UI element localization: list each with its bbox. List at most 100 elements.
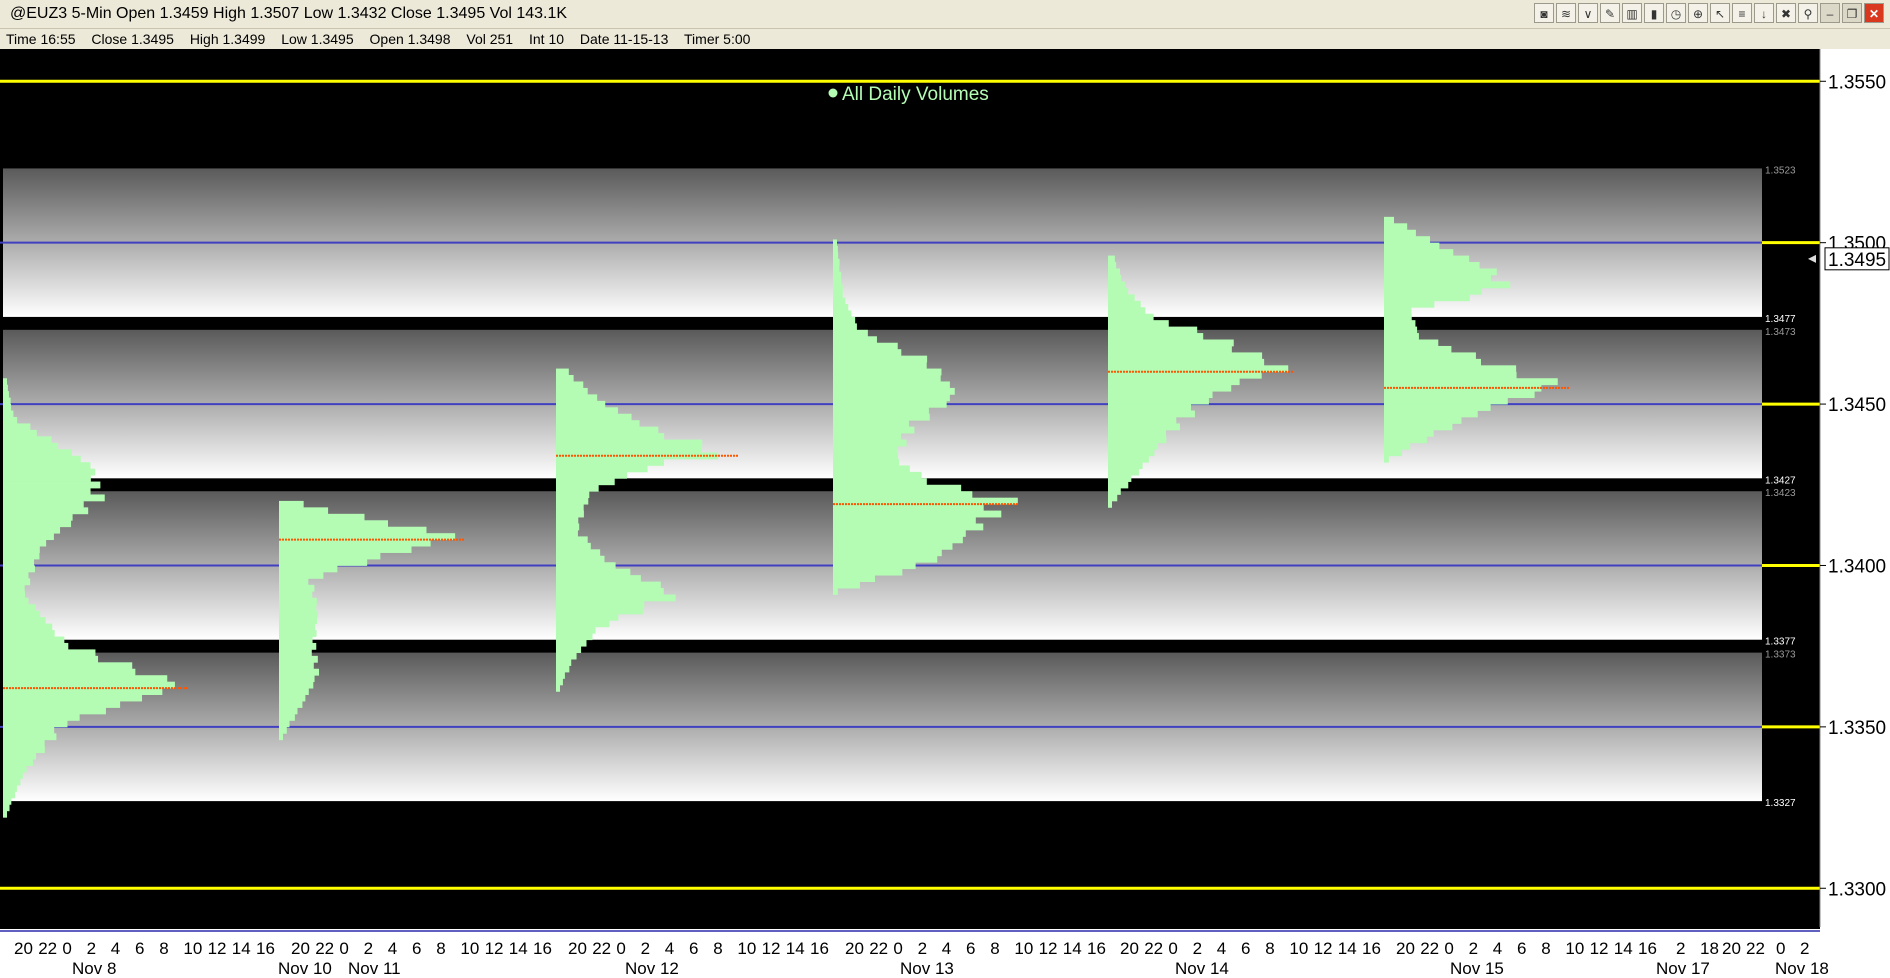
profile-bar: [1108, 423, 1180, 431]
profile-bar: [1384, 249, 1454, 256]
profile-bar: [1384, 410, 1478, 418]
hour-tick-label: 8: [436, 939, 445, 958]
hour-tick-label: 22: [1144, 939, 1163, 958]
arrow-down-icon[interactable]: ↓: [1754, 3, 1774, 23]
minimize-icon[interactable]: –: [1820, 3, 1840, 23]
profile-bar: [279, 617, 318, 624]
hour-tick-label: 4: [1217, 939, 1226, 958]
profile-bar: [1108, 300, 1141, 308]
hour-tick-label: 20: [1120, 939, 1139, 958]
profile-bar: [1384, 274, 1491, 282]
hour-tick-label: 0: [1444, 939, 1453, 958]
clock-icon[interactable]: ◷: [1666, 3, 1686, 23]
profile-bar: [3, 675, 168, 683]
profile-bar: [279, 507, 329, 515]
profile-bar: [1384, 223, 1408, 231]
profile-bar: [279, 552, 381, 560]
profile-bar: [3, 701, 121, 708]
hour-tick-label: 10: [460, 939, 479, 958]
profile-bar: [1384, 281, 1511, 289]
profile-bar: [1108, 313, 1154, 321]
bars-icon[interactable]: ▥: [1622, 3, 1642, 23]
candle-icon[interactable]: ▮: [1644, 3, 1664, 23]
profile-bar: [556, 517, 579, 524]
profile-bar: [3, 462, 91, 470]
profile-bar: [833, 310, 852, 318]
profile-bar: [1108, 268, 1120, 276]
hour-tick-label: 6: [412, 939, 421, 958]
trash-icon[interactable]: ✖: [1776, 3, 1796, 23]
day-label: Nov 13: [900, 959, 954, 978]
profile-bar: [556, 588, 664, 595]
profile-bar: [279, 681, 314, 689]
profile-bar: [833, 549, 942, 557]
profile-bar: [3, 507, 89, 515]
profile-bar: [279, 713, 295, 721]
info-int: Int 10: [528, 31, 565, 47]
restore-icon[interactable]: ❐: [1842, 3, 1862, 23]
profile-bar: [833, 568, 903, 576]
profile-bar: [279, 720, 290, 728]
info-vol: Vol 251: [466, 31, 514, 47]
close-icon[interactable]: ✕: [1864, 3, 1884, 23]
fib-icon[interactable]: ≡: [1732, 3, 1752, 23]
hour-tick-label: 6: [1517, 939, 1526, 958]
profile-bar: [1108, 345, 1232, 353]
profile-bar: [1108, 287, 1129, 295]
profile-bar: [1384, 287, 1482, 295]
profile-bar: [3, 533, 54, 541]
profile-bar: [833, 446, 898, 453]
hour-tick-label: 14: [1614, 939, 1633, 958]
profile-bar: [833, 542, 953, 550]
profile-bar: [833, 336, 877, 344]
profile-bar: [833, 362, 927, 369]
profile-bar: [833, 368, 942, 376]
hour-tick-label: 10: [1565, 939, 1584, 958]
time-axis[interactable]: 20 22 0 2 4 6 8 10 12 14 16 20 22 0 2 4 6 8 10 12 14 16 20 22 0 2…: [0, 929, 1829, 978]
profile-bar: [279, 630, 317, 637]
profile-bar: [3, 513, 73, 521]
profile-bar: [556, 620, 610, 628]
hour-tick-label: 10: [1289, 939, 1308, 958]
profile-bar: [279, 655, 318, 663]
profile-bar: [1384, 423, 1453, 431]
profile-bar: [556, 375, 574, 382]
chart-type-icon[interactable]: ◙: [1534, 3, 1554, 23]
profile-bar: [1384, 216, 1394, 224]
profile-bar: [279, 623, 316, 631]
pin-icon[interactable]: ⚲: [1798, 3, 1818, 23]
profile-bar: [833, 523, 984, 531]
profile-bar: [556, 684, 560, 692]
profile-bar: [833, 394, 950, 402]
profile-bar: [556, 626, 596, 634]
hour-tick-label: 0: [893, 939, 902, 958]
indicator-icon[interactable]: ∨: [1578, 3, 1598, 23]
price-chart[interactable]: 1.3523 1.3477 1.3473 1.3427 1.3423 1.3377 1.33…: [0, 49, 1890, 978]
profile-bar: [556, 671, 565, 679]
profile-bar: [3, 565, 35, 573]
profile-bar: [833, 484, 962, 492]
profile-bar: [556, 484, 599, 492]
pencil-icon[interactable]: ✎: [1600, 3, 1620, 23]
profile-bar: [279, 662, 314, 670]
hour-tick-label: 0: [1776, 939, 1785, 958]
window-title: @EUZ3 5-Min Open 1.3459 High 1.3507 Low …: [10, 5, 568, 22]
profile-bar: [1108, 488, 1121, 495]
hour-tick-label: 22: [1420, 939, 1439, 958]
profile-bar: [3, 610, 41, 618]
cursor-icon[interactable]: ↖: [1710, 3, 1730, 23]
profile-bar: [1108, 397, 1209, 405]
profile-bar: [556, 407, 618, 415]
price-axis[interactable]: 1.35501.35001.34501.34001.33501.33001.34…: [1808, 49, 1890, 978]
profile-bar: [1108, 500, 1112, 508]
waves-icon[interactable]: ≋: [1556, 3, 1576, 23]
profile-bar: [556, 368, 569, 376]
profile-bar: [833, 452, 899, 460]
profile-bar: [833, 426, 915, 434]
magnify-icon[interactable]: ⊕: [1688, 3, 1708, 23]
profile-bar: [1384, 326, 1418, 334]
hour-tick-label: 8: [159, 939, 168, 958]
hour-tick-label: 20: [1722, 939, 1741, 958]
profile-bar: [3, 449, 72, 457]
profile-bar: [1384, 455, 1389, 463]
